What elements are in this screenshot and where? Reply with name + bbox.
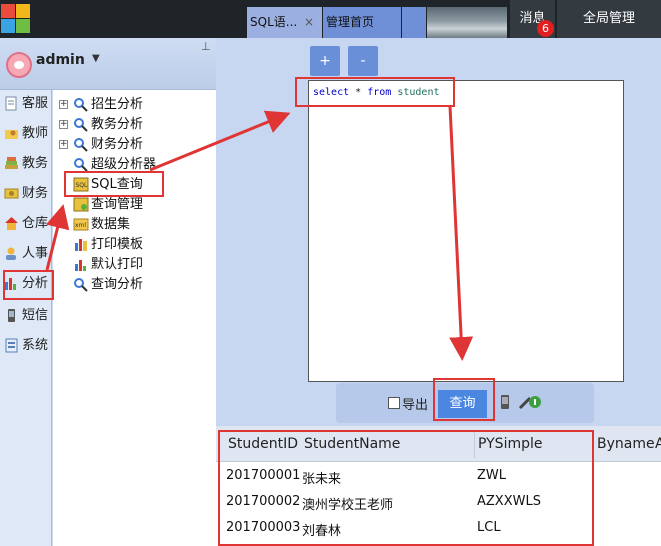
export-label: 导出: [402, 398, 429, 413]
function-tree: + 招生分析 + 教务分析 + 财务分析 超级分析器 SQL SQL查询 查询管…: [53, 90, 216, 546]
search-icon: [74, 278, 88, 292]
phone-icon[interactable]: [500, 394, 510, 410]
column-header[interactable]: Byname: [597, 436, 655, 452]
global-label: 全局管理: [582, 11, 635, 26]
annotation-box-sql-text: [295, 77, 455, 107]
close-icon[interactable]: ×: [304, 7, 314, 38]
phone-icon: [8, 309, 15, 322]
search-icon: [74, 158, 88, 172]
tab-image-thumbnail[interactable]: [427, 7, 507, 38]
book-stack-icon: [5, 157, 18, 169]
sidebar-item-hr[interactable]: 人事: [2, 242, 52, 266]
sidebar-item-system[interactable]: 系统: [2, 334, 52, 358]
print-template-icon: [75, 239, 87, 251]
sql-editor[interactable]: select * from student: [308, 80, 624, 382]
tree-item-label: 默认打印: [91, 257, 144, 272]
tree-item-label: 财务分析: [91, 137, 144, 152]
username[interactable]: admin: [36, 52, 85, 68]
export-checkbox[interactable]: [388, 397, 400, 409]
annotation-box-results: [218, 430, 594, 546]
tree-item-label: 招生分析: [91, 97, 144, 112]
search-person-icon: [74, 98, 88, 112]
module-sidebar: 客服 教师 教务 财务 仓库 人事 分析 短信 系统: [0, 90, 52, 546]
folder-user-icon: [5, 130, 18, 139]
search-person-icon: [74, 118, 88, 132]
avatar[interactable]: [6, 52, 32, 78]
top-bar: SQL语... × 管理首页 消息 6 全局管理: [0, 0, 661, 38]
print-chart-icon: [75, 260, 86, 271]
tree-item-label: 打印模板: [91, 237, 144, 252]
sidebar-item-label: 人事: [22, 246, 49, 261]
sidebar-item-label: 教务: [22, 156, 49, 171]
annotation-box-sql-query: [64, 171, 164, 197]
pin-icon[interactable]: ⊥: [201, 40, 211, 53]
expand-icon[interactable]: +: [59, 120, 68, 129]
sidebar-item-teacher[interactable]: 教师: [2, 122, 52, 146]
xml-icon: xml: [73, 218, 89, 231]
tree-item-label: 教务分析: [91, 117, 144, 132]
tab-admin-home[interactable]: 管理首页: [323, 7, 401, 38]
chevron-down-icon[interactable]: ▼: [92, 53, 100, 64]
tab-empty[interactable]: [402, 7, 426, 38]
sidebar-item-academic[interactable]: 教务: [2, 152, 52, 176]
svg-text:xml: xml: [75, 222, 86, 229]
notepad-icon: [5, 96, 17, 111]
remove-query-button[interactable]: -: [348, 46, 378, 76]
annotation-box-analysis: [3, 270, 54, 300]
sidebar-item-finance[interactable]: 财务: [2, 182, 52, 206]
sidebar-item-label: 短信: [22, 308, 49, 323]
system-icon: [5, 338, 18, 353]
expand-icon[interactable]: +: [59, 100, 68, 109]
sidebar-item-label: 财务: [22, 186, 49, 201]
user-bar: admin ▼ ⊥: [0, 38, 216, 90]
tab-label: 管理首页: [326, 15, 375, 29]
tab-sql-query[interactable]: SQL语... ×: [247, 7, 322, 38]
sidebar-item-customer-service[interactable]: 客服: [2, 92, 52, 116]
sidebar-item-label: 系统: [22, 338, 49, 353]
tools-icon[interactable]: [518, 394, 542, 410]
sidebar-item-label: 客服: [22, 96, 49, 111]
message-count-badge: 6: [537, 20, 554, 37]
tree-item-label: 查询管理: [91, 197, 144, 212]
sql-manage-icon: [73, 197, 89, 212]
tab-label: SQL语...: [250, 15, 298, 29]
tree-item-label: 查询分析: [91, 277, 144, 292]
sidebar-item-sms[interactable]: 短信: [2, 304, 52, 328]
sidebar-item-warehouse[interactable]: 仓库: [2, 212, 52, 236]
person-question-icon: [6, 247, 16, 260]
expand-icon[interactable]: +: [59, 140, 68, 149]
house-icon: [5, 217, 18, 230]
tree-item-label: 数据集: [91, 217, 131, 232]
app-logo-icon: [0, 3, 30, 33]
column-header[interactable]: A: [655, 436, 661, 452]
sidebar-item-label: 仓库: [22, 216, 49, 231]
search-person-icon: [74, 138, 88, 152]
sidebar-item-label: 教师: [22, 126, 49, 141]
add-query-button[interactable]: +: [310, 46, 340, 76]
global-management-button[interactable]: 全局管理: [557, 0, 661, 38]
annotation-box-query-button: [433, 378, 495, 421]
money-icon: [4, 188, 19, 199]
